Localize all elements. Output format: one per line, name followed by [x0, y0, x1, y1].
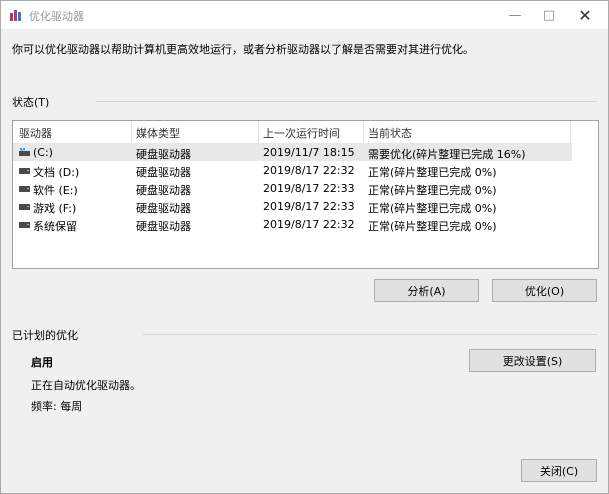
schedule-enabled-title: 启用 [31, 356, 53, 369]
schedule-status-text: 正在自动优化驱动器。 [31, 379, 141, 392]
maximize-button[interactable]: □ [532, 1, 566, 29]
change-settings-button[interactable]: 更改设置(S) [469, 349, 596, 372]
column-header-last-run[interactable]: 上一次运行时间 [263, 125, 340, 141]
minimize-button[interactable]: — [498, 1, 532, 29]
intro-text: 你可以优化驱动器以帮助计算机更高效地运行，或者分析驱动器以了解是否需要对其进行优… [12, 43, 474, 56]
drive-icon [19, 168, 30, 174]
drive-name: 系统保留 [33, 220, 77, 233]
media-type: 硬盘驱动器 [136, 166, 191, 179]
media-type: 硬盘驱动器 [136, 220, 191, 233]
optimize-button[interactable]: 优化(O) [492, 279, 597, 302]
title-bar[interactable]: 优化驱动器 — □ ✕ [1, 1, 608, 29]
drive-row-e[interactable]: 软件 (E:) 硬盘驱动器 2019/8/17 22:33 正常(碎片整理已完成… [13, 179, 572, 197]
drive-row-system-reserved[interactable]: 系统保留 硬盘驱动器 2019/8/17 22:32 正常(碎片整理已完成 0%… [13, 215, 572, 233]
drive-row-c[interactable]: (C:) 硬盘驱动器 2019/11/7 18:15 需要优化(碎片整理已完成 … [13, 143, 572, 161]
defrag-app-icon [10, 10, 21, 21]
close-button[interactable]: 关闭(C) [521, 459, 597, 482]
drive-list[interactable]: 驱动器 媒体类型 上一次运行时间 当前状态 (C:) 硬盘驱动器 2019/11… [12, 120, 599, 269]
system-drive-icon [19, 148, 30, 156]
drive-icon [19, 186, 30, 192]
scheduled-group-label: 已计划的优化 [12, 329, 78, 342]
last-run-time: 2019/8/17 22:33 [263, 200, 355, 213]
column-separator[interactable] [570, 121, 571, 143]
status-group-label: 状态(T) [12, 96, 50, 109]
status-group-divider [96, 101, 597, 102]
drive-name: 文档 (D:) [33, 166, 80, 179]
current-status: 正常(碎片整理已完成 0%) [368, 202, 497, 215]
drive-row-d[interactable]: 文档 (D:) 硬盘驱动器 2019/8/17 22:32 正常(碎片整理已完成… [13, 161, 572, 179]
drive-list-header: 驱动器 媒体类型 上一次运行时间 当前状态 [13, 121, 598, 143]
drive-row-f[interactable]: 游戏 (F:) 硬盘驱动器 2019/8/17 22:33 正常(碎片整理已完成… [13, 197, 572, 215]
window-title: 优化驱动器 [29, 10, 84, 23]
column-separator[interactable] [131, 121, 132, 143]
column-separator[interactable] [258, 121, 259, 143]
last-run-time: 2019/11/7 18:15 [263, 146, 355, 159]
last-run-time: 2019/8/17 22:33 [263, 182, 355, 195]
drive-icon [19, 204, 30, 210]
current-status: 正常(碎片整理已完成 0%) [368, 184, 497, 197]
optimize-drives-window: 优化驱动器 — □ ✕ 你可以优化驱动器以帮助计算机更高效地运行，或者分析驱动器… [0, 0, 609, 494]
scheduled-group-divider [143, 334, 597, 335]
column-header-drive[interactable]: 驱动器 [19, 125, 52, 141]
column-separator[interactable] [363, 121, 364, 143]
close-window-button[interactable]: ✕ [568, 1, 602, 29]
column-header-media[interactable]: 媒体类型 [136, 125, 180, 141]
media-type: 硬盘驱动器 [136, 184, 191, 197]
drive-name: (C:) [33, 146, 53, 159]
media-type: 硬盘驱动器 [136, 202, 191, 215]
current-status: 需要优化(碎片整理已完成 16%) [368, 148, 526, 161]
drive-name: 软件 (E:) [33, 184, 78, 197]
drive-icon [19, 222, 30, 228]
current-status: 正常(碎片整理已完成 0%) [368, 220, 497, 233]
last-run-time: 2019/8/17 22:32 [263, 218, 355, 231]
column-header-status[interactable]: 当前状态 [368, 125, 412, 141]
drive-name: 游戏 (F:) [33, 202, 77, 215]
analyze-button[interactable]: 分析(A) [374, 279, 479, 302]
schedule-frequency-text: 频率: 每周 [31, 400, 83, 413]
media-type: 硬盘驱动器 [136, 148, 191, 161]
last-run-time: 2019/8/17 22:32 [263, 164, 355, 177]
current-status: 正常(碎片整理已完成 0%) [368, 166, 497, 179]
